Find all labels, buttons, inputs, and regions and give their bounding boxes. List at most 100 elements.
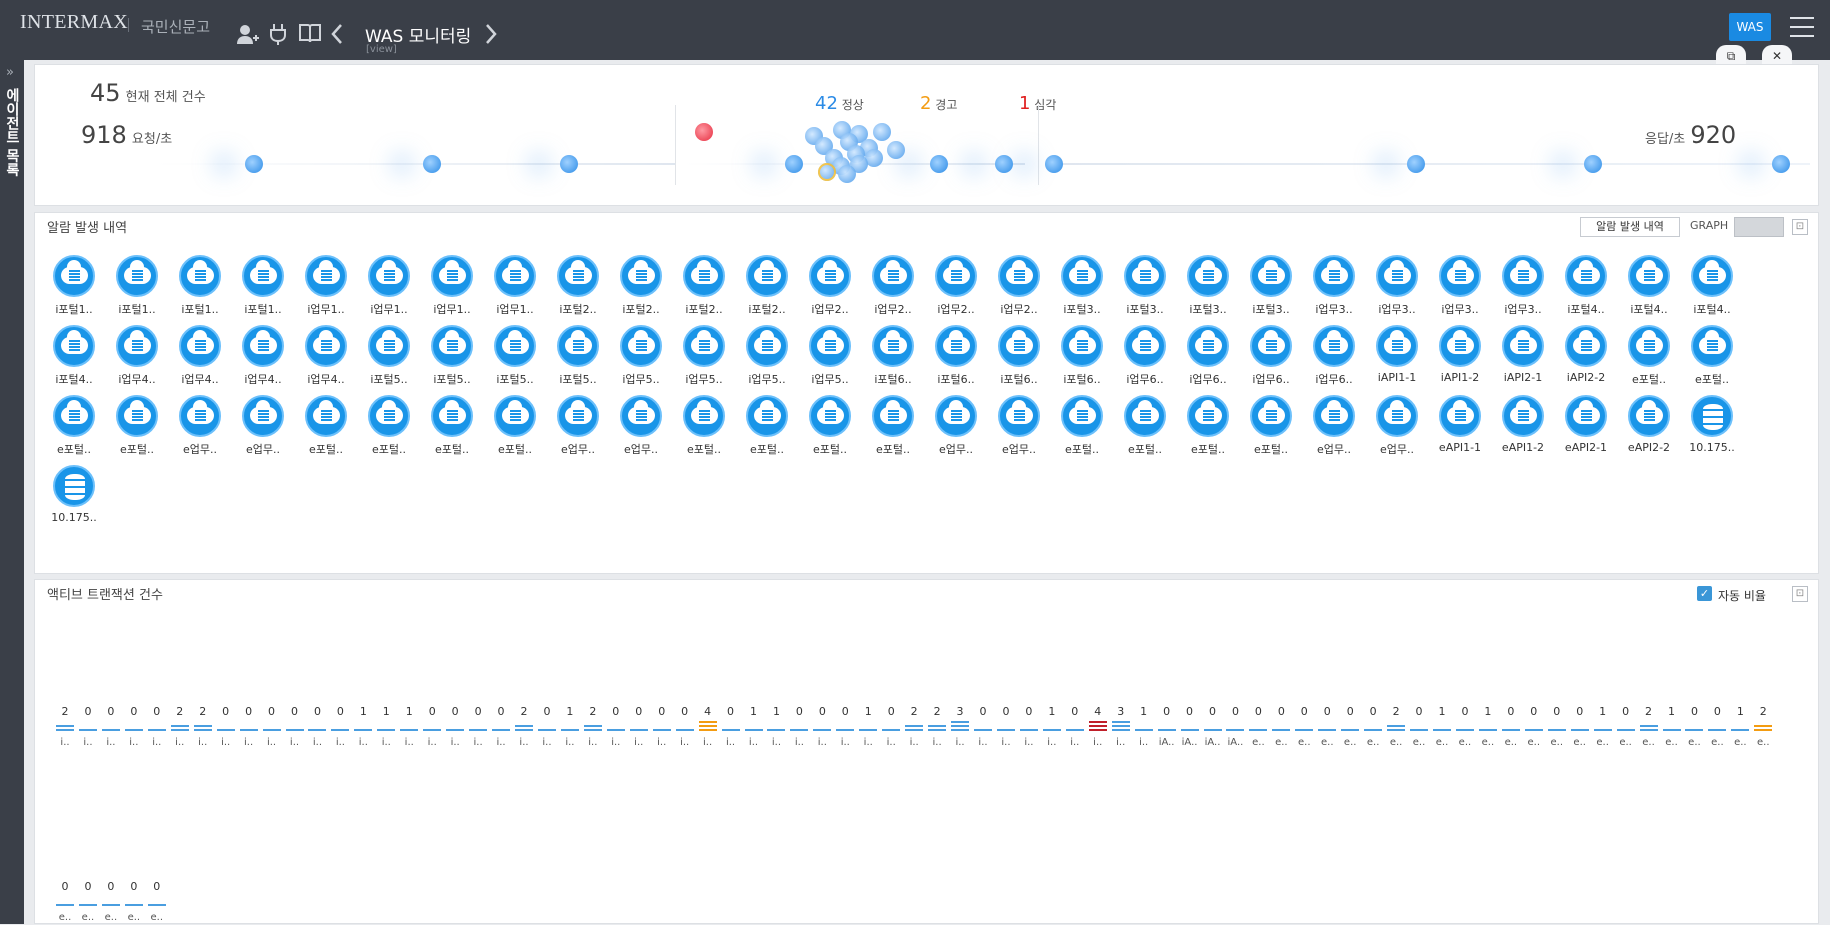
server-item[interactable]: iAPI1-2 — [1433, 325, 1487, 385]
server-item[interactable]: i업무5.. — [803, 325, 857, 386]
transaction-column[interactable]: 0 i.. — [1065, 705, 1085, 748]
transaction-column[interactable]: 0 iA.. — [1203, 705, 1223, 748]
transaction-column[interactable]: 0 i.. — [216, 705, 236, 748]
server-item[interactable]: i포털5.. — [488, 325, 542, 386]
server-item[interactable]: i업무1.. — [488, 255, 542, 316]
server-item[interactable]: i포털4.. — [1559, 255, 1613, 316]
transaction-column[interactable]: 0 e.. — [124, 880, 144, 923]
transaction-column[interactable]: 0 e.. — [1248, 705, 1268, 748]
chevron-right-icon[interactable] — [484, 22, 498, 51]
server-item[interactable]: i포털3.. — [1055, 255, 1109, 316]
transaction-column[interactable]: 1 i.. — [744, 705, 764, 748]
transaction-column[interactable]: 2 i.. — [904, 705, 924, 748]
server-item[interactable]: i포털4.. — [1622, 255, 1676, 316]
agent-sidebar[interactable]: » 에이전트 목록 — [0, 60, 24, 924]
book-icon[interactable] — [298, 22, 322, 49]
transaction-column[interactable]: 0 e.. — [1409, 705, 1429, 748]
server-item[interactable]: i업무4.. — [299, 325, 353, 386]
server-item[interactable]: e포털.. — [47, 395, 101, 456]
transaction-column[interactable]: 0 i.. — [606, 705, 626, 748]
transaction-column[interactable]: 4 i.. — [698, 705, 718, 748]
transaction-column[interactable]: 0 i.. — [789, 705, 809, 748]
server-item[interactable]: i업무3.. — [1307, 255, 1361, 316]
server-item[interactable]: i업무2.. — [992, 255, 1046, 316]
server-item[interactable]: i포털4.. — [1685, 255, 1739, 316]
transaction-column[interactable]: 0 e.. — [1363, 705, 1383, 748]
transaction-column[interactable]: 0 iA.. — [1180, 705, 1200, 748]
server-item[interactable]: i포털3.. — [1244, 255, 1298, 316]
transaction-column[interactable]: 0 i.. — [147, 705, 167, 748]
transaction-column[interactable]: 0 i.. — [78, 705, 98, 748]
server-item[interactable]: e포털.. — [110, 395, 164, 456]
server-item[interactable]: i포털6.. — [929, 325, 983, 386]
server-item[interactable]: i업무1.. — [362, 255, 416, 316]
server-item[interactable]: e포털.. — [299, 395, 353, 456]
expand-icon[interactable]: » — [6, 65, 14, 80]
user-add-icon[interactable] — [235, 22, 259, 51]
server-item[interactable]: eAPI2-1 — [1559, 395, 1613, 455]
transaction-column[interactable]: 0 i.. — [629, 705, 649, 748]
transaction-column[interactable]: 1 e.. — [1432, 705, 1452, 748]
transaction-column[interactable]: 1 e.. — [1593, 705, 1613, 748]
transaction-column[interactable]: 1 i.. — [858, 705, 878, 748]
transaction-column[interactable]: 2 e.. — [1639, 705, 1659, 748]
transaction-column[interactable]: 1 i.. — [1042, 705, 1062, 748]
server-item[interactable]: e업무.. — [992, 395, 1046, 456]
transaction-column[interactable]: 0 i.. — [973, 705, 993, 748]
transaction-column[interactable]: 0 i.. — [262, 705, 282, 748]
transaction-column[interactable]: 0 i.. — [652, 705, 672, 748]
chevron-left-icon[interactable] — [330, 22, 344, 51]
server-item[interactable]: i업무4.. — [110, 325, 164, 386]
transaction-column[interactable]: 0 e.. — [1340, 705, 1360, 748]
transaction-column[interactable]: 3 i.. — [1111, 705, 1131, 748]
server-item[interactable]: i포털5.. — [362, 325, 416, 386]
transaction-column[interactable]: 1 e.. — [1730, 705, 1750, 748]
server-item[interactable]: e업무.. — [236, 395, 290, 456]
transaction-column[interactable]: 0 i.. — [468, 705, 488, 748]
transaction-column[interactable]: 0 i.. — [881, 705, 901, 748]
server-item[interactable]: i포털1.. — [110, 255, 164, 316]
transaction-column[interactable]: 0 e.. — [101, 880, 121, 923]
transaction-column[interactable]: 0 e.. — [78, 880, 98, 923]
server-item[interactable]: i업무5.. — [614, 325, 668, 386]
server-item[interactable]: e포털.. — [740, 395, 794, 456]
transaction-column[interactable]: 0 i.. — [537, 705, 557, 748]
transaction-column[interactable]: 0 i.. — [721, 705, 741, 748]
server-item[interactable]: i업무1.. — [299, 255, 353, 316]
transaction-column[interactable]: 0 e.. — [1271, 705, 1291, 748]
server-item[interactable]: i업무6.. — [1118, 325, 1172, 386]
server-item[interactable]: i업무6.. — [1307, 325, 1361, 386]
server-item[interactable]: 10.175.. — [1685, 395, 1739, 455]
transaction-column[interactable]: 2 i.. — [927, 705, 947, 748]
transaction-column[interactable]: 0 i.. — [1019, 705, 1039, 748]
server-item[interactable]: i포털1.. — [173, 255, 227, 316]
server-item[interactable]: i포털5.. — [551, 325, 605, 386]
transaction-column[interactable]: 0 i.. — [996, 705, 1016, 748]
alarm-history-button[interactable]: 알람 발생 내역 — [1580, 217, 1680, 237]
transaction-column[interactable]: 0 i.. — [422, 705, 442, 748]
transaction-column[interactable]: 0 e.. — [1524, 705, 1544, 748]
transaction-column[interactable]: 4 i.. — [1088, 705, 1108, 748]
transaction-column[interactable]: 2 i.. — [583, 705, 603, 748]
server-item[interactable]: e포털.. — [1118, 395, 1172, 456]
transaction-column[interactable]: 1 e.. — [1662, 705, 1682, 748]
transaction-column[interactable]: 1 i.. — [1134, 705, 1154, 748]
transaction-column[interactable]: 0 i.. — [835, 705, 855, 748]
server-item[interactable]: i포털4.. — [47, 325, 101, 386]
server-item[interactable]: e업무.. — [1370, 395, 1424, 456]
transaction-column[interactable]: 0 e.. — [1501, 705, 1521, 748]
server-item[interactable]: i포털5.. — [425, 325, 479, 386]
transaction-column[interactable]: 2 e.. — [1386, 705, 1406, 748]
server-item[interactable]: e포털.. — [803, 395, 857, 456]
server-item[interactable]: i포털3.. — [1181, 255, 1235, 316]
server-item[interactable]: i포털2.. — [677, 255, 731, 316]
transaction-column[interactable]: 1 i.. — [353, 705, 373, 748]
server-item[interactable]: i포털2.. — [740, 255, 794, 316]
server-item[interactable]: e포털.. — [1622, 325, 1676, 386]
transaction-column[interactable]: 1 e.. — [1478, 705, 1498, 748]
was-button[interactable]: WAS — [1729, 13, 1771, 41]
server-item[interactable]: eAPI1-2 — [1496, 395, 1550, 455]
transaction-column[interactable]: 2 i.. — [193, 705, 213, 748]
server-item[interactable]: e포털.. — [1181, 395, 1235, 456]
server-item[interactable]: i포털1.. — [47, 255, 101, 316]
